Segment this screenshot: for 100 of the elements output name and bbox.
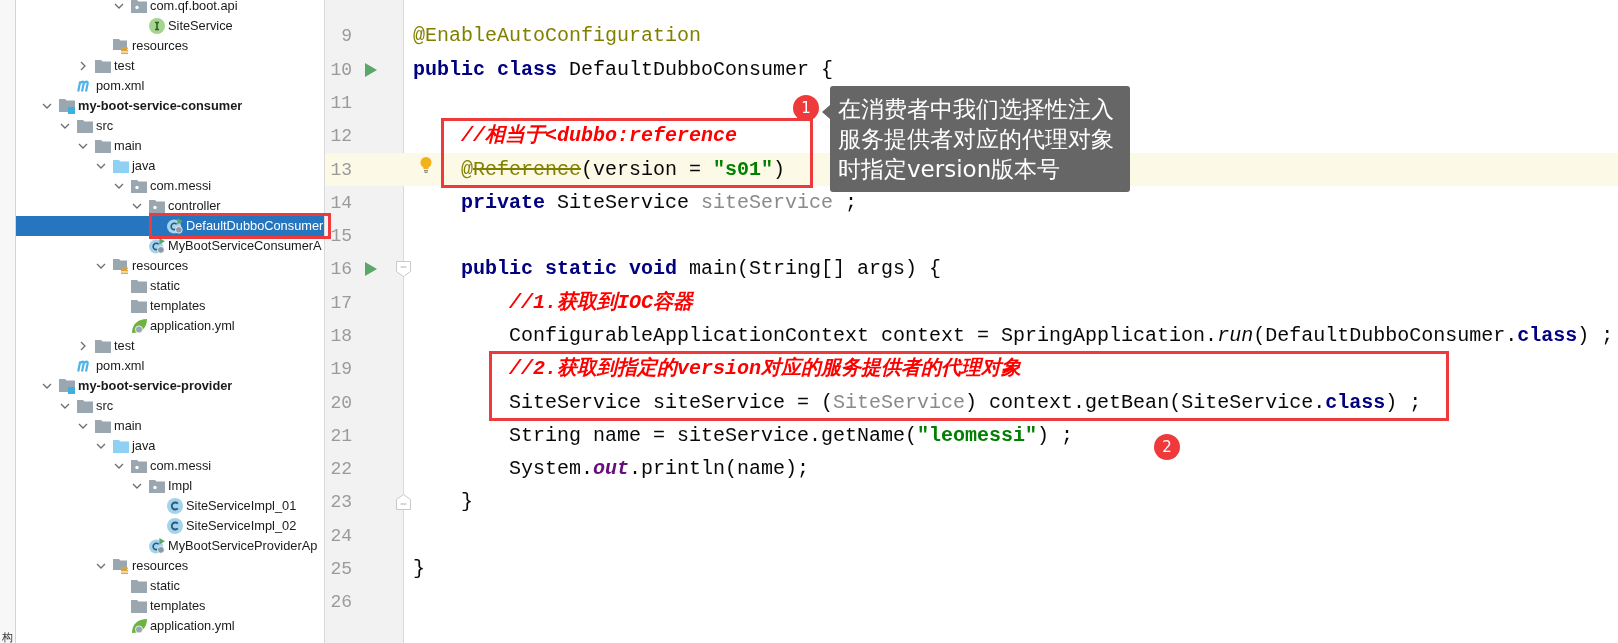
- tree-item[interactable]: application.yml: [16, 316, 324, 336]
- tree-item[interactable]: test: [16, 336, 324, 356]
- module-folder-icon: [59, 98, 75, 114]
- tree-item[interactable]: resources: [16, 36, 324, 56]
- resources-folder-icon: [113, 558, 129, 574]
- tree-item[interactable]: src: [16, 116, 324, 136]
- side-tab[interactable]: 构: [2, 632, 13, 643]
- tree-item[interactable]: MyBootServiceProviderAp: [16, 536, 324, 556]
- tree-item[interactable]: src: [16, 396, 324, 416]
- folder-icon: [95, 419, 111, 433]
- folder-icon: [95, 59, 111, 73]
- leaf-gear-icon: [131, 318, 147, 334]
- folder-icon: [131, 279, 147, 293]
- tree-item[interactable]: templates: [16, 296, 324, 316]
- tree-item[interactable]: test: [16, 56, 324, 76]
- line-number: 13: [329, 159, 352, 180]
- tree-item[interactable]: static: [16, 276, 324, 296]
- tree-item[interactable]: pom.xml: [16, 76, 324, 96]
- chevron-down-icon[interactable]: [78, 423, 88, 429]
- code-line: SiteService siteService = (SiteService) context.getBean(SiteService.class) ;: [509, 391, 1422, 414]
- tree-item[interactable]: static: [16, 576, 324, 596]
- resources-folder-icon: [113, 38, 129, 54]
- chevron-right-icon[interactable]: [80, 61, 86, 71]
- chevron-down-icon[interactable]: [96, 443, 106, 449]
- runnable-class-icon: [149, 538, 165, 554]
- code-line: }: [413, 558, 425, 581]
- runnable-class-icon: [167, 218, 183, 234]
- code-line: @Reference(version = "s01"): [461, 158, 786, 181]
- folder-icon: [77, 119, 93, 133]
- tree-item[interactable]: pom.xml: [16, 356, 324, 376]
- folder-icon: [131, 579, 147, 593]
- tree-item[interactable]: templates: [16, 596, 324, 616]
- tree-item[interactable]: controller: [16, 196, 324, 216]
- package-folder-icon: [131, 179, 147, 193]
- tree-item[interactable]: java: [16, 436, 324, 456]
- chevron-down-icon[interactable]: [114, 3, 124, 9]
- chevron-down-icon[interactable]: [96, 563, 106, 569]
- line-number: 15: [329, 226, 352, 247]
- code-line: public static void main(String[] args) {: [461, 258, 942, 281]
- line-number: 23: [329, 492, 352, 513]
- chevron-down-icon[interactable]: [60, 123, 70, 129]
- code-line: @EnableAutoConfiguration: [413, 25, 702, 48]
- resources-folder-icon: [113, 258, 129, 274]
- line-number: 9: [340, 26, 352, 47]
- tree-item[interactable]: main: [16, 136, 324, 156]
- tree-item[interactable]: main: [16, 416, 324, 436]
- tree-item[interactable]: my-boot-service-provider: [16, 376, 324, 396]
- tooltip-text: 在消费者中我们选择性注入服务提供者对应的代理对象时指定version版本号: [838, 95, 1115, 184]
- code-line: ConfigurableApplicationContext context = SpringApplication.run(DefaultDubboConsumer.class) ;: [509, 325, 1614, 347]
- code-line: System.out.println(name);: [509, 458, 810, 481]
- line-number: 25: [329, 559, 352, 580]
- chevron-down-icon[interactable]: [60, 403, 70, 409]
- chevron-down-icon[interactable]: [42, 103, 52, 109]
- line-number: 16: [329, 259, 352, 280]
- tree-item[interactable]: my-boot-service-consumer: [16, 96, 324, 116]
- tree-item[interactable]: MyBootServiceConsumerA: [16, 236, 324, 256]
- runnable-class-icon: [149, 238, 165, 254]
- line-number: 11: [329, 92, 352, 113]
- tree-item[interactable]: com.messi: [16, 176, 324, 196]
- tree-item[interactable]: com.messi: [16, 456, 324, 476]
- chevron-down-icon[interactable]: [114, 183, 124, 189]
- tree-item[interactable]: resources: [16, 256, 324, 276]
- source-folder-icon: [113, 159, 129, 173]
- line-number: 24: [329, 525, 352, 546]
- chevron-down-icon[interactable]: [132, 203, 142, 209]
- tree-item[interactable]: com.qf.boot.api: [16, 0, 324, 16]
- line-number: 22: [329, 459, 352, 480]
- chevron-right-icon[interactable]: [80, 341, 86, 351]
- chevron-down-icon[interactable]: [96, 163, 106, 169]
- run-icon[interactable]: [365, 62, 377, 77]
- tree-item[interactable]: java: [16, 156, 324, 176]
- run-icon[interactable]: [365, 262, 377, 277]
- line-number: 14: [329, 192, 352, 213]
- tree-item[interactable]: SiteService: [16, 16, 324, 36]
- chevron-down-icon[interactable]: [78, 143, 88, 149]
- source-folder-icon: [113, 439, 129, 453]
- interface-icon: [149, 18, 165, 34]
- module-folder-icon: [59, 378, 75, 394]
- chevron-down-icon[interactable]: [42, 383, 52, 389]
- line-number: 10: [329, 59, 352, 80]
- leaf-gear-icon: [131, 618, 147, 634]
- package-folder-icon: [131, 459, 147, 473]
- line-number: 26: [329, 592, 352, 613]
- tree-item[interactable]: Impl: [16, 476, 324, 496]
- code-line: //相当于<dubbo:reference: [461, 125, 738, 148]
- code-line: //2.获取到指定的version对应的服务提供者的代理对象: [509, 358, 1022, 381]
- package-folder-icon: [149, 199, 165, 213]
- chevron-down-icon[interactable]: [96, 263, 106, 269]
- tree-item[interactable]: SiteServiceImpl_01: [16, 496, 324, 516]
- lightbulb-icon[interactable]: [420, 156, 432, 173]
- code-line: String name = siteService.getName("leomessi") ;: [509, 424, 1074, 447]
- folder-icon: [95, 339, 111, 353]
- tree-item[interactable]: application.yml: [16, 616, 324, 636]
- folder-icon: [95, 139, 111, 153]
- tree-item[interactable]: SiteServiceImpl_02: [16, 516, 324, 536]
- code-line: }: [461, 491, 473, 514]
- chevron-down-icon[interactable]: [132, 483, 142, 489]
- folder-icon: [77, 399, 93, 413]
- chevron-down-icon[interactable]: [114, 463, 124, 469]
- tree-item[interactable]: resources: [16, 556, 324, 576]
